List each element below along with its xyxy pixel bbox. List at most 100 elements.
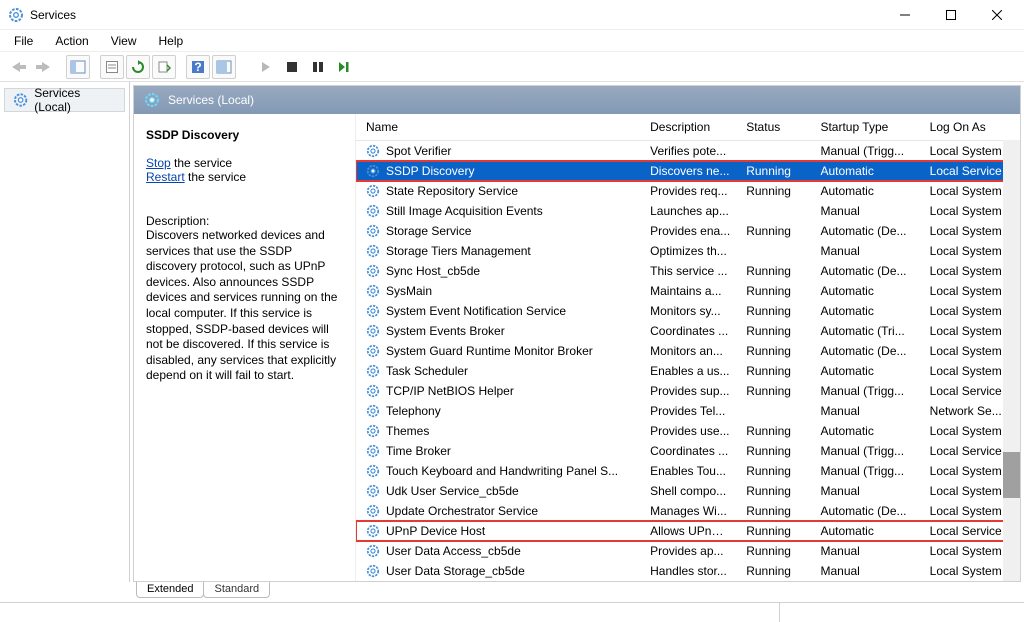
table-row[interactable]: User Data Storage_cb5deHandles stor...Ru… xyxy=(356,561,1020,581)
cell-startup: Automatic (De... xyxy=(812,221,921,241)
details-pane: SSDP Discovery Stop the service Restart … xyxy=(134,114,356,581)
table-row[interactable]: Sync Host_cb5deThis service ...RunningAu… xyxy=(356,261,1020,281)
start-service-button[interactable] xyxy=(254,55,278,79)
service-name: Storage Service xyxy=(386,224,471,238)
properties-button[interactable] xyxy=(100,55,124,79)
column-header-status[interactable]: Status xyxy=(738,114,812,141)
cell-description: Provides ena... xyxy=(642,221,738,241)
table-row[interactable]: UPnP Device HostAllows UPnP ...RunningAu… xyxy=(356,521,1020,541)
maximize-button[interactable] xyxy=(928,0,974,30)
services-list[interactable]: Name Description Status Startup Type Log… xyxy=(356,114,1020,581)
cell-name: System Events Broker xyxy=(356,321,642,341)
details-title: SSDP Discovery xyxy=(146,128,343,142)
cell-description: Verifies pote... xyxy=(642,141,738,162)
stop-suffix: the service xyxy=(171,156,232,170)
cell-name: SSDP Discovery xyxy=(356,161,642,181)
action-pane-button[interactable] xyxy=(212,55,236,79)
scrollbar-thumb[interactable] xyxy=(1003,452,1020,498)
tab-standard[interactable]: Standard xyxy=(203,582,270,598)
table-row[interactable]: Spot VerifierVerifies pote...Manual (Tri… xyxy=(356,141,1020,162)
table-row[interactable]: SysMainMaintains a...RunningAutomaticLoc… xyxy=(356,281,1020,301)
cell-status: Running xyxy=(738,441,812,461)
table-row[interactable]: Udk User Service_cb5deShell compo...Runn… xyxy=(356,481,1020,501)
menu-help[interactable]: Help xyxy=(151,32,192,50)
table-row[interactable]: Still Image Acquisition EventsLaunches a… xyxy=(356,201,1020,221)
help-button[interactable]: ? xyxy=(186,55,210,79)
table-row[interactable]: SSDP DiscoveryDiscovers ne...RunningAuto… xyxy=(356,161,1020,181)
column-header-description[interactable]: Description xyxy=(642,114,738,141)
cell-description: Handles stor... xyxy=(642,561,738,581)
service-name: User Data Storage_cb5de xyxy=(386,564,525,578)
menu-view[interactable]: View xyxy=(103,32,145,50)
cell-name: Touch Keyboard and Handwriting Panel S..… xyxy=(356,461,642,481)
cell-status: Running xyxy=(738,301,812,321)
tab-extended[interactable]: Extended xyxy=(136,582,204,598)
table-row[interactable]: Touch Keyboard and Handwriting Panel S..… xyxy=(356,461,1020,481)
cell-status: Running xyxy=(738,501,812,521)
restart-service-button[interactable] xyxy=(332,55,356,79)
service-name: Storage Tiers Management xyxy=(386,244,531,258)
menu-action[interactable]: Action xyxy=(47,32,96,50)
table-row[interactable]: Storage Service Provides ena...RunningAut… xyxy=(356,221,1020,241)
cell-description: Provides ap... xyxy=(642,541,738,561)
table-row[interactable]: Storage Tiers ManagementOptimizes th...M… xyxy=(356,241,1020,261)
cell-description: Maintains a... xyxy=(642,281,738,301)
cell-name: Storage Service xyxy=(356,221,642,241)
scrollbar[interactable] xyxy=(1003,114,1020,581)
menu-file[interactable]: File xyxy=(6,32,41,50)
table-row[interactable]: Time BrokerCoordinates ...RunningManual … xyxy=(356,441,1020,461)
cell-status: Running xyxy=(738,221,812,241)
table-row[interactable]: System Guard Runtime Monitor BrokerMonit… xyxy=(356,341,1020,361)
column-header-logon[interactable]: Log On As xyxy=(922,114,1020,141)
title-bar: Services xyxy=(0,0,1024,30)
table-row[interactable]: System Event Notification ServiceMonitor… xyxy=(356,301,1020,321)
cell-status xyxy=(738,401,812,421)
table-row[interactable]: Task SchedulerEnables a us...RunningAuto… xyxy=(356,361,1020,381)
pause-service-button[interactable] xyxy=(306,55,330,79)
window-title: Services xyxy=(30,8,76,22)
cell-name: Still Image Acquisition Events xyxy=(356,201,642,221)
cell-status: Running xyxy=(738,361,812,381)
cell-startup: Automatic xyxy=(812,301,921,321)
description-text: Discovers networked devices and services… xyxy=(146,228,343,384)
column-header-startup[interactable]: Startup Type xyxy=(812,114,921,141)
refresh-button[interactable] xyxy=(126,55,150,79)
restart-link[interactable]: Restart xyxy=(146,170,185,184)
tree-item-services-local[interactable]: Services (Local) xyxy=(4,88,125,112)
stop-link[interactable]: Stop xyxy=(146,156,171,170)
cell-startup: Automatic (De... xyxy=(812,261,921,281)
minimize-button[interactable] xyxy=(882,0,928,30)
table-row[interactable]: State Repository ServiceProvides req...R… xyxy=(356,181,1020,201)
forward-button[interactable] xyxy=(32,55,56,79)
close-button[interactable] xyxy=(974,0,1020,30)
service-name: Udk User Service_cb5de xyxy=(386,484,519,498)
cell-status: Running xyxy=(738,521,812,541)
export-button[interactable] xyxy=(152,55,176,79)
cell-name: Udk User Service_cb5de xyxy=(356,481,642,501)
back-button[interactable] xyxy=(6,55,30,79)
table-row[interactable]: Update Orchestrator ServiceManages Wi...… xyxy=(356,501,1020,521)
cell-name: Time Broker xyxy=(356,441,642,461)
table-row[interactable]: TelephonyProvides Tel...ManualNetwork Se… xyxy=(356,401,1020,421)
service-name: System Events Broker xyxy=(386,324,505,338)
cell-status: Running xyxy=(738,261,812,281)
cell-description: Provides Tel... xyxy=(642,401,738,421)
cell-startup: Automatic xyxy=(812,181,921,201)
stop-service-button[interactable] xyxy=(280,55,304,79)
service-name: Task Scheduler xyxy=(386,364,468,378)
cell-name: System Guard Runtime Monitor Broker xyxy=(356,341,642,361)
show-hide-tree-button[interactable] xyxy=(66,55,90,79)
cell-description: Coordinates ... xyxy=(642,441,738,461)
cell-description: This service ... xyxy=(642,261,738,281)
cell-startup: Manual xyxy=(812,561,921,581)
cell-status: Running xyxy=(738,481,812,501)
cell-description: Launches ap... xyxy=(642,201,738,221)
column-header-name[interactable]: Name xyxy=(356,114,642,141)
table-row[interactable]: User Data Access_cb5deProvides ap...Runn… xyxy=(356,541,1020,561)
table-row[interactable]: System Events BrokerCoordinates ...Runni… xyxy=(356,321,1020,341)
cell-name: Task Scheduler xyxy=(356,361,642,381)
service-name: Touch Keyboard and Handwriting Panel S..… xyxy=(386,464,618,478)
tree-item-label: Services (Local) xyxy=(34,86,116,114)
table-row[interactable]: ThemesProvides use...RunningAutomaticLoc… xyxy=(356,421,1020,441)
table-row[interactable]: TCP/IP NetBIOS HelperProvides sup...Runn… xyxy=(356,381,1020,401)
